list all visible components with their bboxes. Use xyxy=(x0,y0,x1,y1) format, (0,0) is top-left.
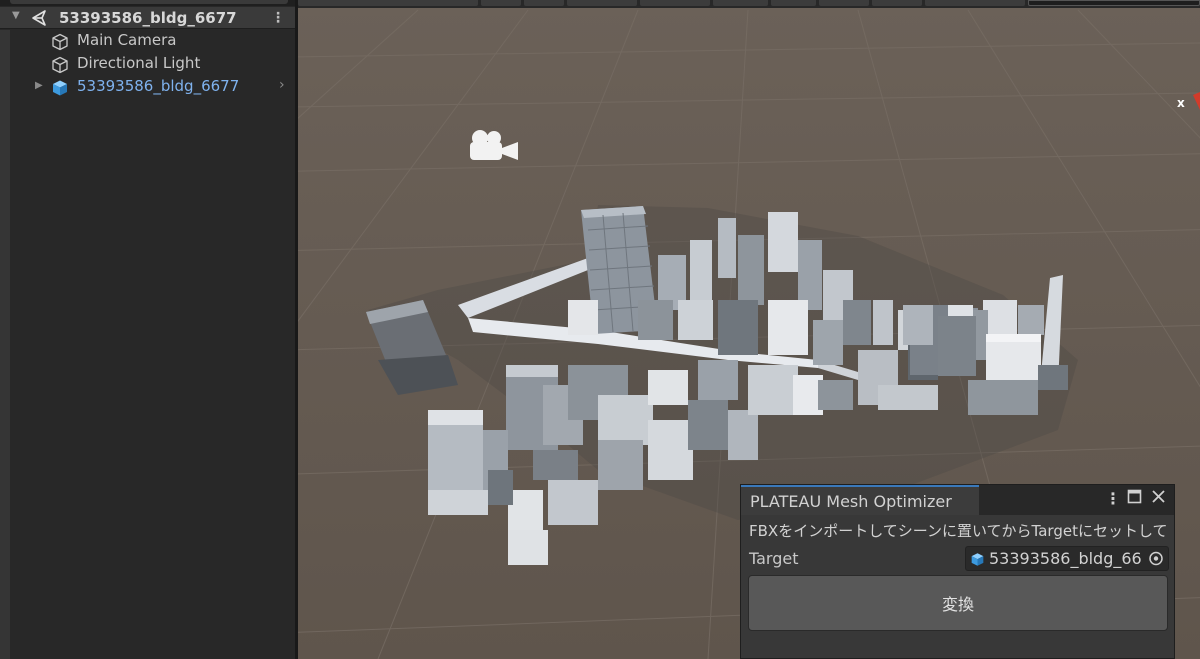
close-icon[interactable] xyxy=(1151,489,1166,508)
expand-arrow-icon[interactable]: ▶ xyxy=(35,80,43,91)
toolbar-button[interactable] xyxy=(872,0,922,6)
object-picker-icon[interactable] xyxy=(1144,547,1168,570)
hierarchy-item-directional-light[interactable]: Directional Light xyxy=(10,53,295,75)
scene-search-field[interactable] xyxy=(1028,0,1200,6)
help-text: FBXをインポートしてシーンに置いてからTargetにセットしてくだ xyxy=(749,522,1169,540)
toolbar-button[interactable] xyxy=(481,0,521,6)
hierarchy-toolbar xyxy=(0,0,295,6)
toolbar-button[interactable] xyxy=(771,0,816,6)
gameobject-cube-icon xyxy=(51,33,69,55)
target-value: 53393586_bldg_6677 xyxy=(989,549,1142,568)
hierarchy-item-main-camera[interactable]: Main Camera xyxy=(10,30,295,52)
toolbar-button[interactable] xyxy=(925,0,1025,6)
toolbar-button[interactable] xyxy=(298,0,478,6)
window-title: PLATEAU Mesh Optimizer xyxy=(750,492,952,511)
target-label: Target xyxy=(749,549,799,568)
hierarchy-item-label: Main Camera xyxy=(77,31,177,49)
gameobject-cube-icon xyxy=(51,56,69,78)
target-object-field[interactable]: 53393586_bldg_6677 xyxy=(965,546,1169,571)
unity-scene-icon xyxy=(30,9,50,31)
scene-fold-arrow-icon[interactable]: ▼ xyxy=(12,10,20,21)
maximize-icon[interactable] xyxy=(1127,489,1142,508)
mesh-optimizer-window: PLATEAU Mesh Optimizer ⋮ FBXをインポートしてシーンに… xyxy=(740,484,1175,659)
hierarchy-panel: ▼ 53393586_bldg_6677 ⋮ Main Camera Direc… xyxy=(0,0,295,659)
scene-toolbar xyxy=(298,0,1200,8)
prefab-cube-icon xyxy=(51,79,69,101)
window-tab-bar: PLATEAU Mesh Optimizer ⋮ xyxy=(741,485,1174,515)
hierarchy-item-label: Directional Light xyxy=(77,54,201,72)
toolbar-button[interactable] xyxy=(567,0,637,6)
prefab-cube-icon xyxy=(970,552,985,571)
scene-menu-icon[interactable]: ⋮ xyxy=(271,10,285,26)
scene-name: 53393586_bldg_6677 xyxy=(59,9,237,27)
hierarchy-gutter xyxy=(0,30,10,659)
toolbar-button[interactable] xyxy=(713,0,768,6)
convert-button[interactable]: 変換 xyxy=(748,575,1168,631)
toolbar-button[interactable] xyxy=(524,0,564,6)
open-prefab-chevron-icon[interactable]: › xyxy=(279,77,285,93)
hierarchy-search-bar[interactable] xyxy=(10,0,288,4)
window-menu-icon[interactable]: ⋮ xyxy=(1105,489,1121,508)
tab-plateau-mesh-optimizer[interactable]: PLATEAU Mesh Optimizer xyxy=(741,485,979,515)
axis-x-label: x xyxy=(1177,96,1185,110)
scene-header-row[interactable]: ▼ 53393586_bldg_6677 ⋮ xyxy=(0,7,295,29)
hierarchy-item-bldg-prefab[interactable]: ▶ 53393586_bldg_6677 › xyxy=(10,76,295,98)
toolbar-button[interactable] xyxy=(819,0,869,6)
toolbar-button[interactable] xyxy=(640,0,710,6)
hierarchy-item-label: 53393586_bldg_6677 xyxy=(77,77,240,95)
